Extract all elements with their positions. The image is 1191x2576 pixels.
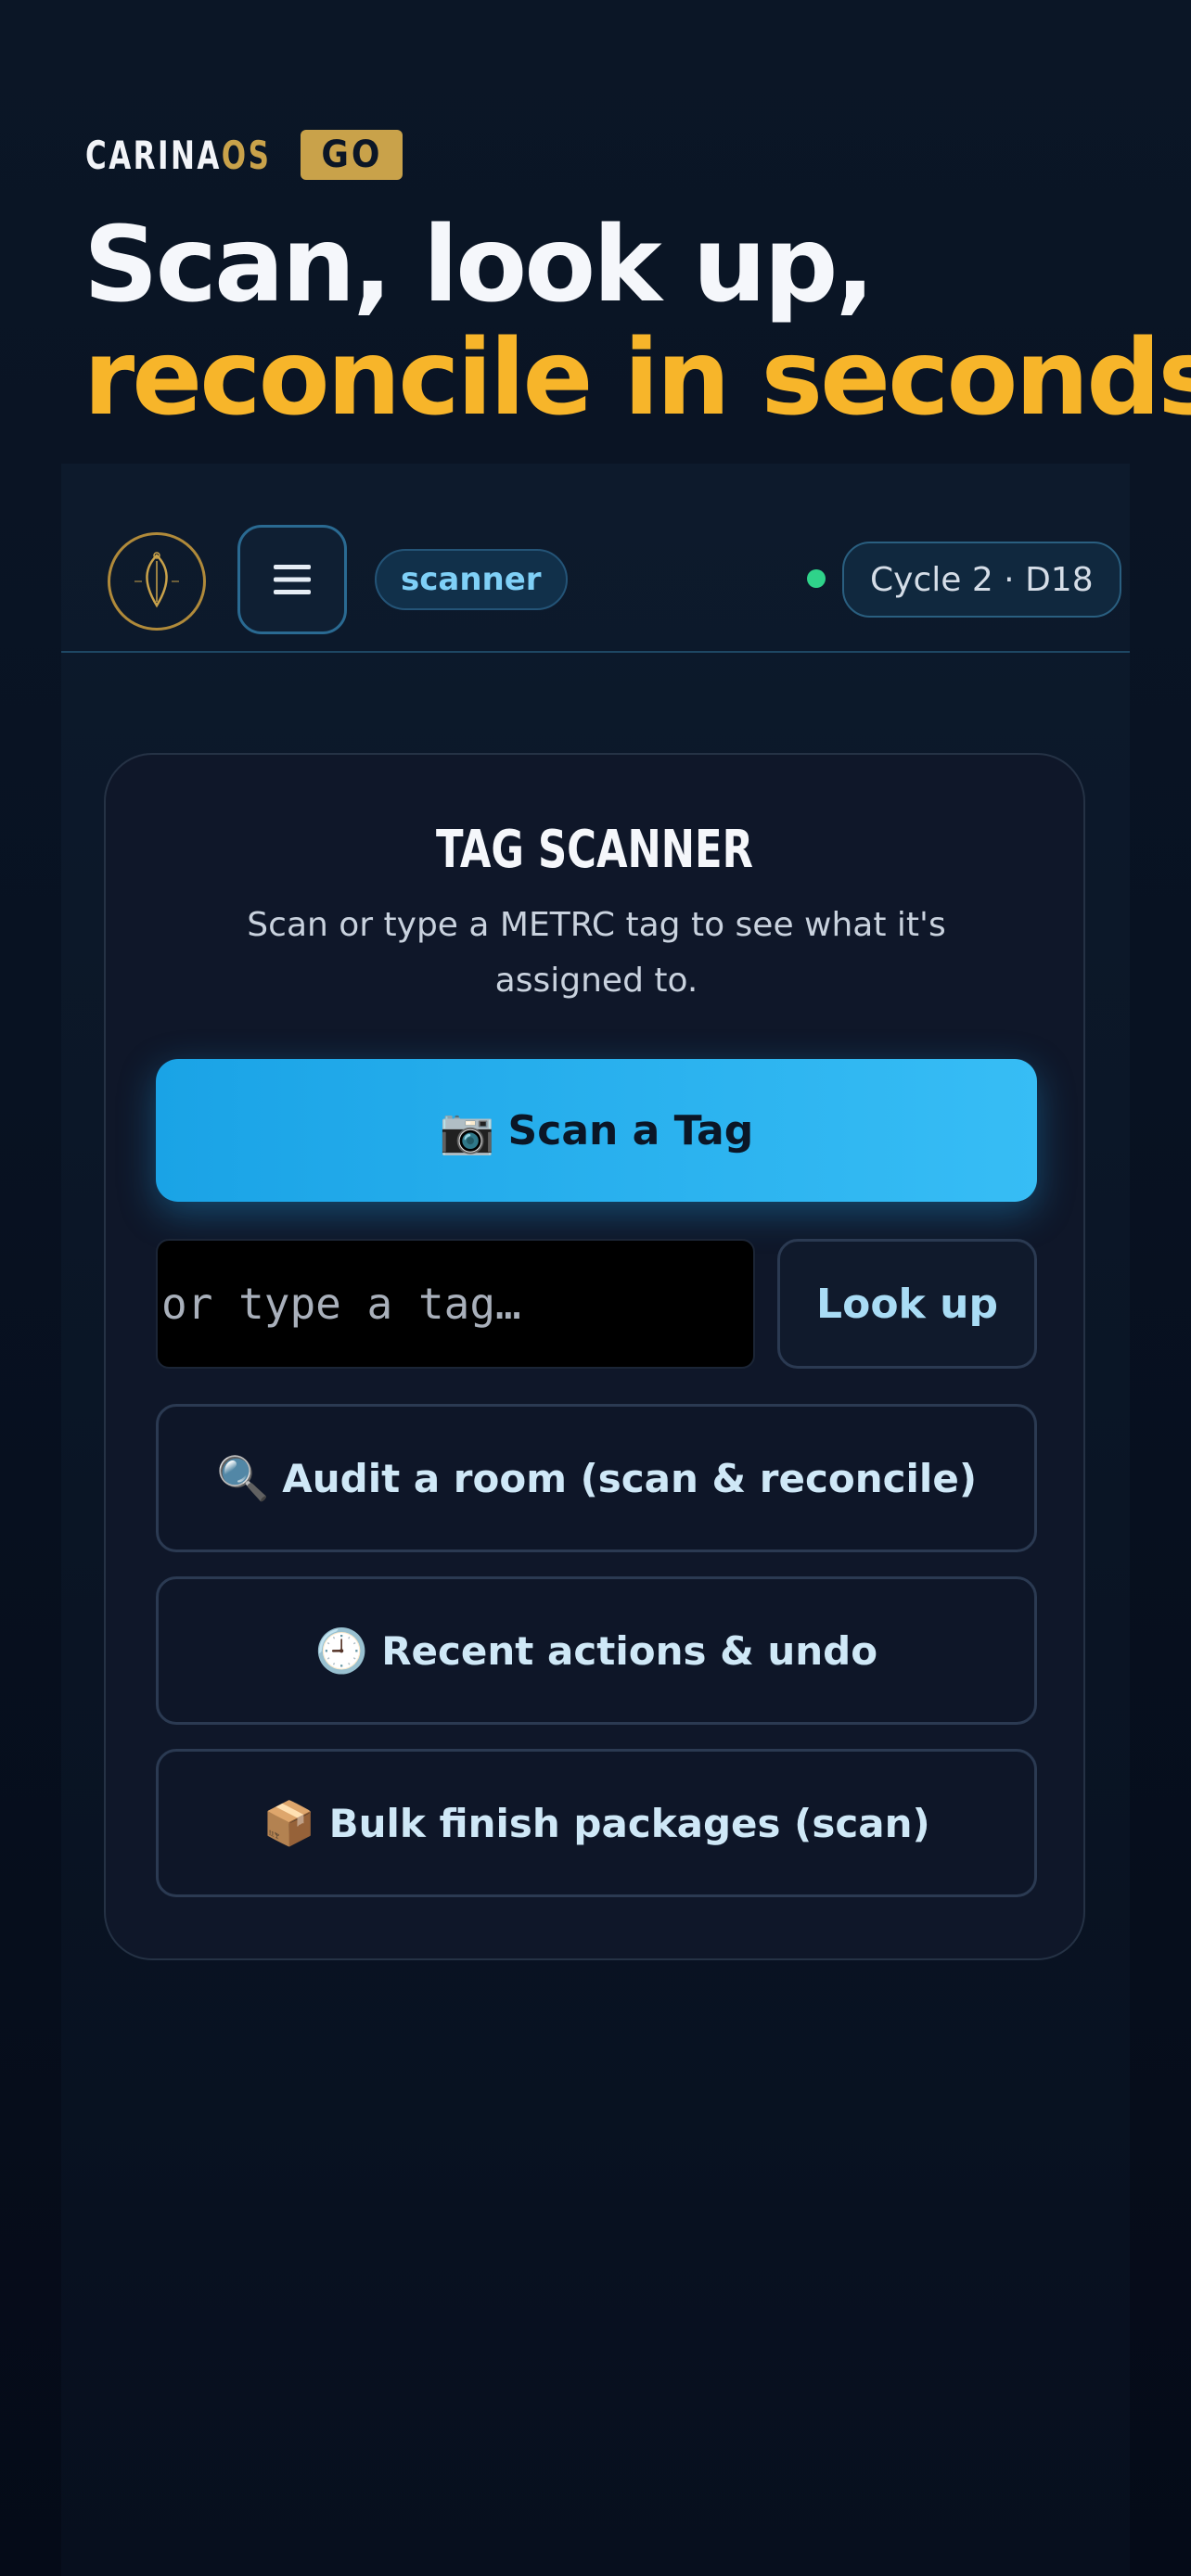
brand-name-primary: CARINA xyxy=(85,132,222,178)
magnifier-icon: 🔍 xyxy=(215,1452,270,1503)
brand-row: CARINA OS GO xyxy=(85,130,403,180)
scan-tag-button[interactable]: 📷 Scan a Tag xyxy=(156,1059,1037,1202)
leaf-logo-icon[interactable] xyxy=(108,532,206,631)
brand-name-accent: OS xyxy=(221,132,272,178)
online-status-dot xyxy=(807,569,826,588)
recent-actions-label: Recent actions & undo xyxy=(381,1627,878,1674)
tag-scanner-card: TAG SCANNER Scan or type a METRC tag to … xyxy=(104,753,1085,1960)
clock-icon: 🕘 xyxy=(314,1625,369,1676)
camera-icon: 📷 xyxy=(439,1104,495,1157)
hero-headline-line-2: reconcile in seconds xyxy=(83,318,1191,439)
route-badge: scanner xyxy=(375,549,568,610)
card-title: TAG SCANNER xyxy=(435,820,754,880)
brand-wordmark: CARINA OS xyxy=(85,133,271,178)
package-icon: 📦 xyxy=(263,1797,316,1848)
hamburger-menu-icon[interactable] xyxy=(237,525,347,634)
phone-screen: scanner Cycle 2 · D18 TAG SCANNER Scan o… xyxy=(61,464,1130,2576)
lookup-button[interactable]: Look up xyxy=(777,1239,1037,1369)
bulk-finish-label: Bulk finish packages (scan) xyxy=(328,1800,930,1846)
audit-room-label: Audit a room (scan & reconcile) xyxy=(282,1455,978,1501)
tag-input[interactable] xyxy=(156,1239,755,1369)
app-header: scanner Cycle 2 · D18 xyxy=(61,464,1130,653)
card-subtitle: Scan or type a METRC tag to see what it'… xyxy=(247,906,946,1000)
recent-actions-button[interactable]: 🕘 Recent actions & undo xyxy=(156,1576,1037,1725)
bulk-finish-button[interactable]: 📦 Bulk finish packages (scan) xyxy=(156,1749,1037,1897)
brand-go-badge: GO xyxy=(301,130,403,180)
scan-tag-label: Scan a Tag xyxy=(507,1106,754,1154)
cycle-indicator[interactable]: Cycle 2 · D18 xyxy=(842,542,1121,618)
audit-room-button[interactable]: 🔍 Audit a room (scan & reconcile) xyxy=(156,1404,1037,1552)
hero-headline-line-1: Scan, look up, xyxy=(83,205,875,325)
